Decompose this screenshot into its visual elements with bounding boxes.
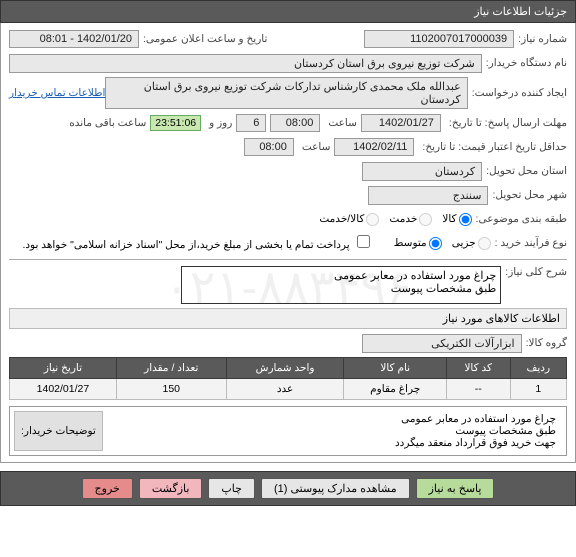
quote-valid-hour: 08:00 [244, 138, 294, 156]
proc-medium-radio[interactable] [429, 237, 442, 250]
exit-button[interactable]: خروج [82, 478, 133, 499]
col-date: تاریخ نیاز [10, 358, 117, 379]
row-category: طبقه بندی موضوعی: کالا خدمت کالا/خدمت [9, 209, 567, 229]
category-label: طبقه بندی موضوعی: [476, 213, 567, 225]
row-deadline: مهلت ارسال پاسخ: تا تاریخ: 1402/01/27 سا… [9, 113, 567, 133]
summary-textarea[interactable] [181, 266, 501, 304]
col-row: ردیف [510, 358, 566, 379]
group-value: ابزارآلات الکتریکی [362, 334, 522, 353]
items-section-header: اطلاعات کالاهای مورد نیاز [9, 308, 567, 329]
time-label-2: ساعت [302, 141, 331, 153]
attachments-button[interactable]: مشاهده مدارک پیوستی (1) [261, 478, 410, 499]
divider-1 [9, 259, 567, 260]
treasury-checkbox[interactable] [357, 235, 370, 248]
row-province: استان محل تحویل: کردستان [9, 161, 567, 181]
row-quote-validity: حداقل تاریخ اعتبار قیمت: تا تاریخ: 1402/… [9, 137, 567, 157]
buyer-notes-box: چراغ مورد استفاده در معابر عمومی طبق مشخ… [9, 406, 567, 456]
requester-label: ایجاد کننده درخواست: [472, 87, 567, 99]
buyer-notes-text: چراغ مورد استفاده در معابر عمومی طبق مشخ… [107, 411, 562, 451]
back-button[interactable]: بازگشت [139, 478, 203, 499]
proc-small-option[interactable]: جزیی [452, 237, 491, 250]
table-row[interactable]: 1 -- چراغ مقاوم عدد 150 1402/01/27 [10, 379, 567, 400]
requester-value: عبدالله ملک محمدی کارشناس تدارکات شرکت ت… [105, 77, 467, 109]
cell-code: -- [446, 379, 510, 400]
reply-button[interactable]: پاسخ به نیاز [416, 478, 495, 499]
remain-label: ساعت باقی مانده [69, 117, 146, 129]
city-value: سنندج [368, 186, 488, 205]
cell-name: چراغ مقاوم [344, 379, 447, 400]
deadline-date: 1402/01/27 [361, 114, 441, 132]
proc-type-label: نوع فرآیند خرید : [495, 237, 567, 249]
deadline-hour: 08:00 [270, 114, 320, 132]
cat-both-radio [366, 213, 379, 226]
days-remaining: 6 [236, 114, 266, 132]
summary-label: شرح کلی نیاز: [505, 266, 567, 278]
buyer-contact-link[interactable]: اطلاعات تماس خریدار [9, 87, 105, 99]
page-title: جزئیات اطلاعات نیاز [474, 6, 567, 18]
quote-valid-date: 1402/02/11 [334, 138, 414, 156]
row-requester: ایجاد کننده درخواست: عبدالله ملک محمدی ک… [9, 77, 567, 109]
col-unit: واحد شمارش [226, 358, 344, 379]
group-label: گروه کالا: [526, 337, 567, 349]
footer-toolbar: پاسخ به نیاز مشاهده مدارک پیوستی (1) چاپ… [0, 471, 576, 506]
col-code: کد کالا [446, 358, 510, 379]
city-label: شهر محل تحویل: [492, 189, 567, 201]
col-qty: تعداد / مقدار [116, 358, 226, 379]
cat-both-option[interactable]: کالا/خدمت [319, 213, 379, 226]
cat-service-radio [419, 213, 432, 226]
col-name: نام کالا [344, 358, 447, 379]
proc-small-radio [478, 237, 491, 250]
need-no-value: 1102007017000039 [364, 30, 514, 48]
cell-unit: عدد [226, 379, 344, 400]
announce-label: تاریخ و ساعت اعلان عمومی: [143, 33, 267, 45]
quote-valid-label: حداقل تاریخ اعتبار قیمت: تا تاریخ: [422, 141, 567, 153]
buyer-notes-label: توضیحات خریدار: [14, 411, 103, 451]
deadline-label: مهلت ارسال پاسخ: تا تاریخ: [449, 117, 567, 129]
row-summary: شرح کلی نیاز: [9, 266, 567, 304]
province-label: استان محل تحویل: [486, 165, 567, 177]
need-no-label: شماره نیاز: [518, 33, 567, 45]
page-header: جزئیات اطلاعات نیاز [0, 0, 576, 23]
cat-goods-radio[interactable] [459, 213, 472, 226]
table-header-row: ردیف کد کالا نام کالا واحد شمارش تعداد /… [10, 358, 567, 379]
row-city: شهر محل تحویل: سنندج [9, 185, 567, 205]
row-buyer: نام دستگاه خریدار: شرکت توزیع نیروی برق … [9, 53, 567, 73]
cell-qty: 150 [116, 379, 226, 400]
countdown-timer: 23:51:06 [150, 115, 201, 131]
cat-service-option[interactable]: خدمت [389, 213, 432, 226]
announce-value: 1402/01/20 - 08:01 [9, 30, 139, 48]
proc-medium-option[interactable]: متوسط [394, 237, 442, 250]
day-label: روز و [209, 117, 232, 129]
time-label-1: ساعت [328, 117, 357, 129]
row-process-type: نوع فرآیند خرید : جزیی متوسط پرداخت تمام… [9, 233, 567, 253]
buyer-label: نام دستگاه خریدار: [486, 57, 567, 69]
cell-row: 1 [510, 379, 566, 400]
cat-goods-option[interactable]: کالا [442, 213, 471, 226]
province-value: کردستان [362, 162, 482, 181]
details-panel: شماره نیاز: 1102007017000039 تاریخ و ساع… [0, 23, 576, 463]
row-group: گروه کالا: ابزارآلات الکتریکی [9, 333, 567, 353]
row-need-number: شماره نیاز: 1102007017000039 تاریخ و ساع… [9, 29, 567, 49]
items-table: ردیف کد کالا نام کالا واحد شمارش تعداد /… [9, 357, 567, 400]
buyer-value: شرکت توزیع نیروی برق استان کردستان [9, 54, 482, 73]
treasury-label: پرداخت تمام یا بخشی از مبلغ خرید،از محل … [22, 239, 349, 251]
cell-date: 1402/01/27 [10, 379, 117, 400]
print-button[interactable]: چاپ [208, 478, 255, 499]
